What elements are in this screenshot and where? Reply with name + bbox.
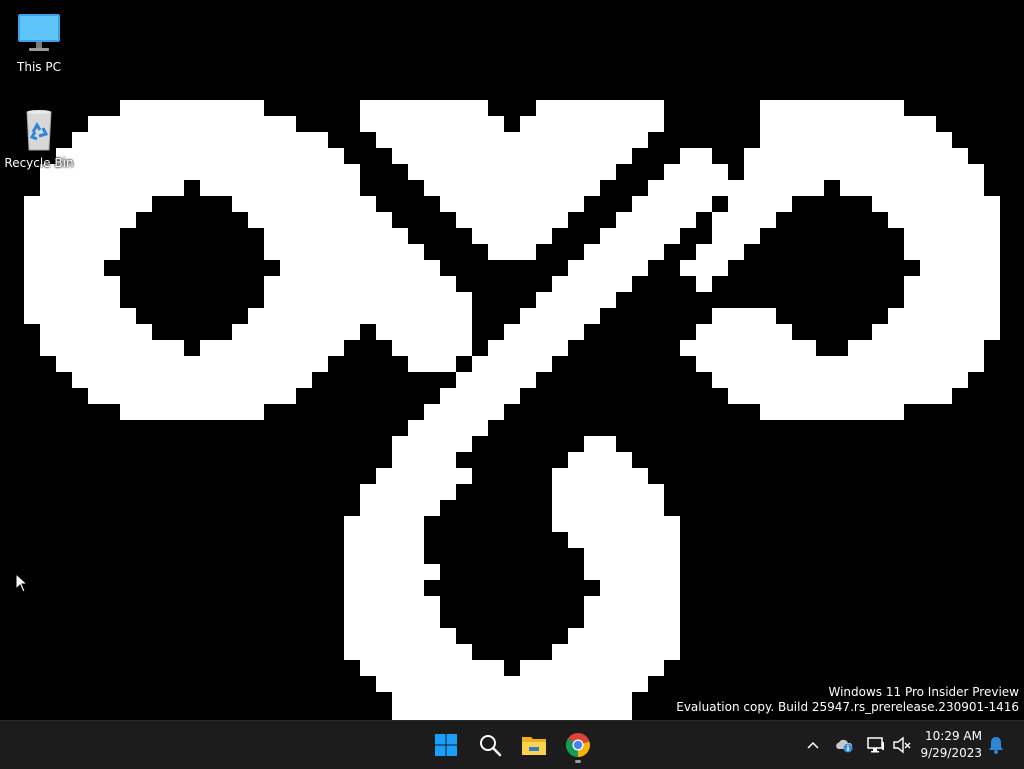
onedrive-tray-button[interactable]	[833, 734, 855, 756]
speaker-muted-icon	[893, 736, 911, 754]
show-hidden-icons-button[interactable]	[802, 734, 824, 756]
clock-time: 10:29 AM	[925, 729, 982, 743]
desktop-icon-this-pc[interactable]: This PC	[4, 10, 74, 74]
search-icon	[480, 735, 502, 757]
notification-bell-icon	[989, 737, 1003, 754]
evaluation-watermark: Windows 11 Pro Insider Preview Evaluatio…	[676, 685, 1019, 715]
desktop[interactable]: This PC Recycle Bin Windows 11 Pro Insid…	[0, 0, 1024, 720]
taskbar-clock[interactable]: 10:29 AM 9/29/2023	[920, 728, 982, 762]
clock-date: 9/29/2023	[920, 746, 982, 760]
file-explorer-icon	[522, 737, 546, 755]
taskbar: 10:29 AM 9/29/2023	[0, 720, 1024, 769]
file-explorer-button[interactable]	[516, 727, 552, 763]
recycle-bin-icon	[15, 106, 63, 154]
network-icon	[867, 737, 884, 753]
network-tray-button[interactable]	[865, 734, 887, 756]
running-indicator	[575, 760, 581, 763]
desktop-icon-recycle-bin[interactable]: Recycle Bin	[4, 106, 74, 170]
windows-start-icon	[435, 734, 457, 756]
this-pc-icon	[15, 10, 63, 58]
pixel-knot-logo	[24, 100, 1000, 720]
watermark-build: Evaluation copy. Build 25947.rs_prerelea…	[676, 700, 1019, 714]
desktop-icon-label: Recycle Bin	[4, 156, 74, 170]
wallpaper	[24, 100, 1000, 720]
desktop-icon-label: This PC	[17, 60, 61, 74]
volume-tray-button[interactable]	[891, 734, 913, 756]
start-button[interactable]	[428, 727, 464, 763]
search-button[interactable]	[472, 727, 508, 763]
notification-center-button[interactable]	[985, 734, 1007, 756]
chevron-up-icon	[807, 741, 819, 749]
onedrive-info-icon	[836, 739, 853, 753]
mouse-pointer-icon	[15, 573, 29, 593]
chrome-icon	[566, 733, 590, 757]
chrome-button[interactable]	[560, 727, 596, 763]
watermark-edition: Windows 11 Pro Insider Preview	[828, 685, 1019, 699]
